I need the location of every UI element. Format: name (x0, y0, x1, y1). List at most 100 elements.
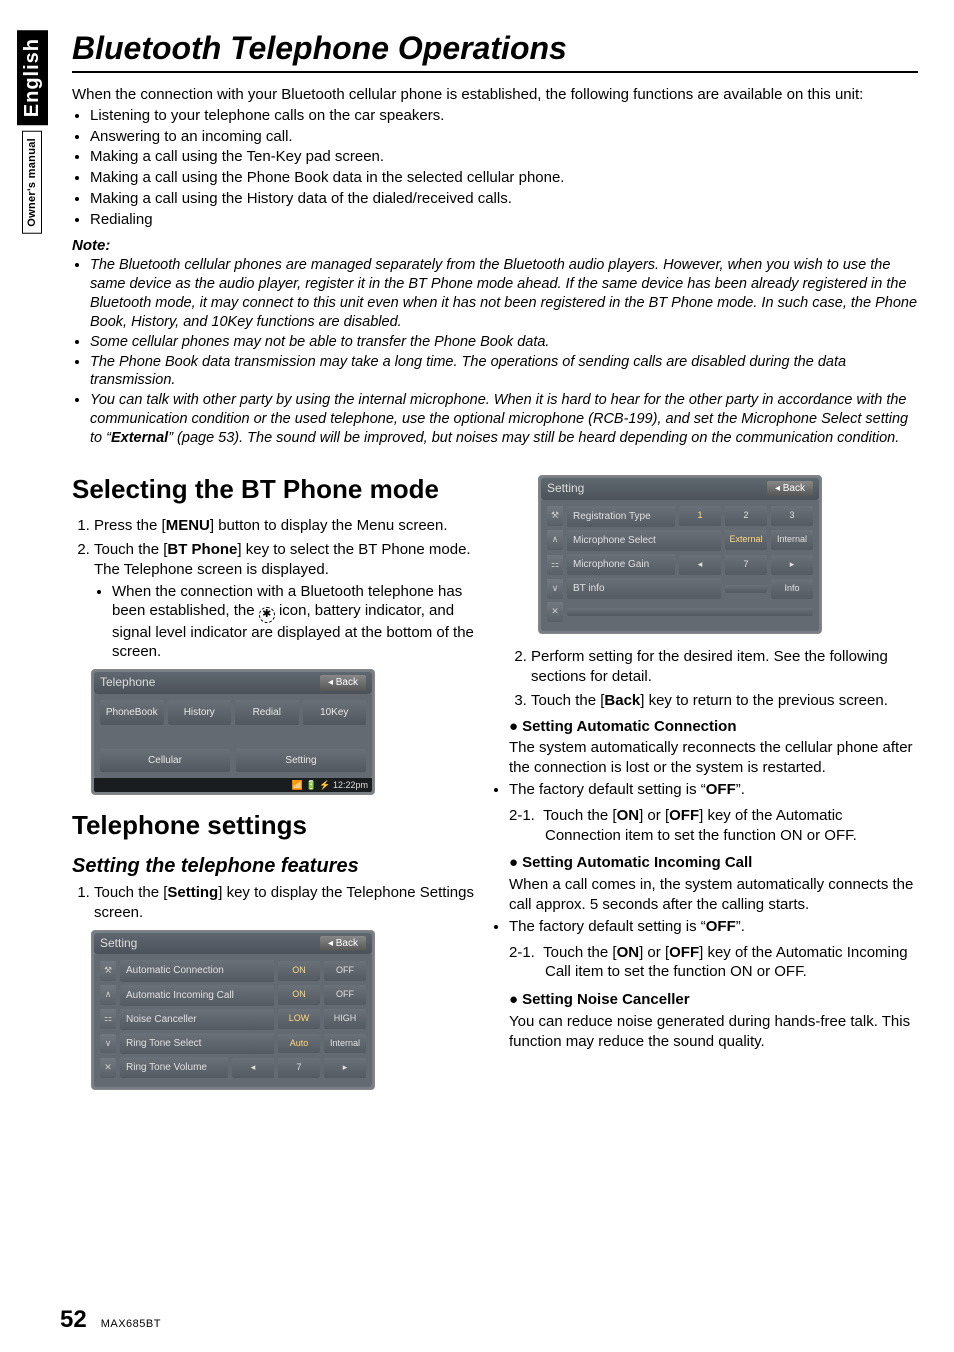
step-2: Touch the [BT Phone] key to select the B… (94, 540, 481, 662)
tenkey-button[interactable]: 10Key (303, 700, 367, 725)
setting-label (567, 608, 813, 616)
setting-button[interactable]: Setting (236, 749, 366, 772)
back-button[interactable]: ◂ Back (320, 675, 366, 690)
setting-label: Microphone Select (567, 530, 721, 551)
bluetooth-icon: ✱ (259, 607, 275, 623)
select-bt-steps: Press the [MENU] button to display the M… (94, 516, 481, 662)
side-tab-button[interactable]: ∨ (547, 579, 563, 599)
side-tab-button[interactable]: ⚏ (100, 1009, 116, 1029)
right-column: Setting ◂ Back ⚒Registration Type123 ∧Micro… (509, 468, 918, 1103)
auto-incoming-text: When a call comes in, the system automat… (509, 875, 918, 915)
option-button[interactable]: Info (771, 579, 813, 599)
right-steps: Perform setting for the desired item. Se… (531, 647, 918, 710)
side-tab-button[interactable]: ✕ (100, 1058, 116, 1078)
side-tab-button[interactable]: ⚒ (100, 961, 116, 981)
subhead-telephone-features: Setting the telephone features (72, 853, 481, 879)
option-button[interactable]: ON (278, 985, 320, 1005)
note-item: The Bluetooth cellular phones are manage… (90, 256, 918, 331)
heading-auto-connection: Setting Automatic Connection (509, 717, 918, 737)
setting-screenshot-1: Setting ◂ Back ⚒Automatic ConnectionONOFF ∧… (92, 931, 374, 1090)
intro-bullet: Listening to your telephone calls on the… (90, 106, 918, 126)
intro: When the connection with your Bluetooth … (72, 85, 918, 448)
title-rule (72, 71, 918, 73)
option-button[interactable]: External (725, 530, 767, 550)
option-button[interactable]: Internal (771, 530, 813, 550)
setting-label: Automatic Incoming Call (120, 985, 274, 1006)
back-button[interactable]: ◂ Back (320, 936, 366, 951)
note-item: The Phone Book data transmission may tak… (90, 353, 918, 391)
noise-canceller-text: You can reduce noise generated during ha… (509, 1012, 918, 1052)
option-button[interactable]: ▸ (771, 555, 813, 575)
left-column: Selecting the BT Phone mode Press the [M… (72, 468, 481, 1103)
r-step-2: Perform setting for the desired item. Se… (531, 647, 918, 687)
step-2-bullet: When the connection with a Bluetooth tel… (112, 582, 481, 663)
page-footer: 52 MAX685BT (60, 1306, 161, 1334)
intro-bullet: Redialing (90, 210, 918, 230)
note-heading: Note: (72, 236, 918, 256)
side-tab-button[interactable]: ⚏ (547, 555, 563, 575)
intro-bullet: Making a call using the Ten-Key pad scre… (90, 147, 918, 167)
option-button[interactable]: 2 (725, 506, 767, 526)
option-button[interactable]: HIGH (324, 1009, 366, 1029)
page-number: 52 (60, 1306, 87, 1334)
option-button[interactable]: ◂ (232, 1058, 274, 1078)
option-button[interactable]: 1 (679, 506, 721, 526)
intro-lead: When the connection with your Bluetooth … (72, 85, 918, 105)
heading-auto-incoming: Setting Automatic Incoming Call (509, 853, 918, 873)
option-button[interactable]: ▸ (324, 1058, 366, 1078)
setting-label: Registration Type (567, 506, 675, 527)
page-title: Bluetooth Telephone Operations (72, 30, 918, 67)
side-tab-button[interactable]: ⚒ (547, 506, 563, 526)
option-button[interactable]: Auto (278, 1034, 320, 1054)
note-item: You can talk with other party by using t… (90, 391, 918, 448)
model-number: MAX685BT (101, 1318, 161, 1330)
option-button[interactable]: 3 (771, 506, 813, 526)
option-button[interactable] (725, 585, 767, 593)
side-tab-button[interactable]: ✕ (547, 602, 563, 622)
intro-bullet: Making a call using the History data of … (90, 189, 918, 209)
step-2-sub: The Telephone screen is displayed. (94, 560, 481, 580)
intro-bullet: Making a call using the Phone Book data … (90, 168, 918, 188)
note-item: Some cellular phones may not be able to … (90, 333, 918, 352)
intro-list: Listening to your telephone calls on the… (90, 106, 918, 230)
r-step-3: Touch the [Back] key to return to the pr… (531, 691, 918, 711)
auto-connection-text: The system automatically reconnects the … (509, 738, 918, 778)
notes-list: The Bluetooth cellular phones are manage… (90, 256, 918, 447)
intro-bullet: Answering to an incoming call. (90, 127, 918, 147)
side-tab-button[interactable]: ∧ (547, 530, 563, 550)
option-button[interactable]: Internal (324, 1034, 366, 1054)
setting-label: Automatic Connection (120, 960, 274, 981)
auto-connection-default: The factory default setting is “OFF”. (509, 780, 918, 800)
option-button[interactable]: OFF (324, 985, 366, 1005)
step-1: Press the [MENU] button to display the M… (94, 516, 481, 536)
auto-incoming-default: The factory default setting is “OFF”. (509, 917, 918, 937)
option-button[interactable]: ON (278, 961, 320, 981)
option-button[interactable]: OFF (324, 961, 366, 981)
shot-title: Telephone (100, 675, 155, 691)
option-button[interactable]: 7 (725, 555, 767, 575)
redial-button[interactable]: Redial (235, 700, 299, 725)
setting-label: BT info (567, 578, 721, 599)
option-button[interactable]: 7 (278, 1058, 320, 1078)
shot-title: Setting (547, 481, 584, 497)
setting-label: Ring Tone Select (120, 1033, 274, 1054)
option-button[interactable]: ◂ (679, 555, 721, 575)
phonebook-button[interactable]: PhoneBook (100, 700, 164, 725)
setting-label: Noise Canceller (120, 1009, 274, 1030)
tf-steps: Touch the [Setting] key to display the T… (94, 883, 481, 923)
setting-label: Microphone Gain (567, 554, 675, 575)
section-telephone-settings: Telephone settings (72, 808, 481, 842)
manual-tab: Owner's manual (22, 131, 42, 234)
auto-connection-step: 2-1. Touch the [ON] or [OFF] key of the … (509, 806, 918, 846)
tf-step-1: Touch the [Setting] key to display the T… (94, 883, 481, 923)
history-button[interactable]: History (168, 700, 232, 725)
side-tab-button[interactable]: ∧ (100, 985, 116, 1005)
columns: Selecting the BT Phone mode Press the [M… (72, 468, 918, 1103)
cellular-button[interactable]: Cellular (100, 749, 230, 772)
back-button[interactable]: ◂ Back (767, 481, 813, 496)
shot-title: Setting (100, 936, 137, 952)
side-tab-button[interactable]: ∨ (100, 1034, 116, 1054)
step-2-bullets: When the connection with a Bluetooth tel… (112, 582, 481, 663)
option-button[interactable]: LOW (278, 1009, 320, 1029)
auto-incoming-step: 2-1. Touch the [ON] or [OFF] key of the … (509, 943, 918, 983)
